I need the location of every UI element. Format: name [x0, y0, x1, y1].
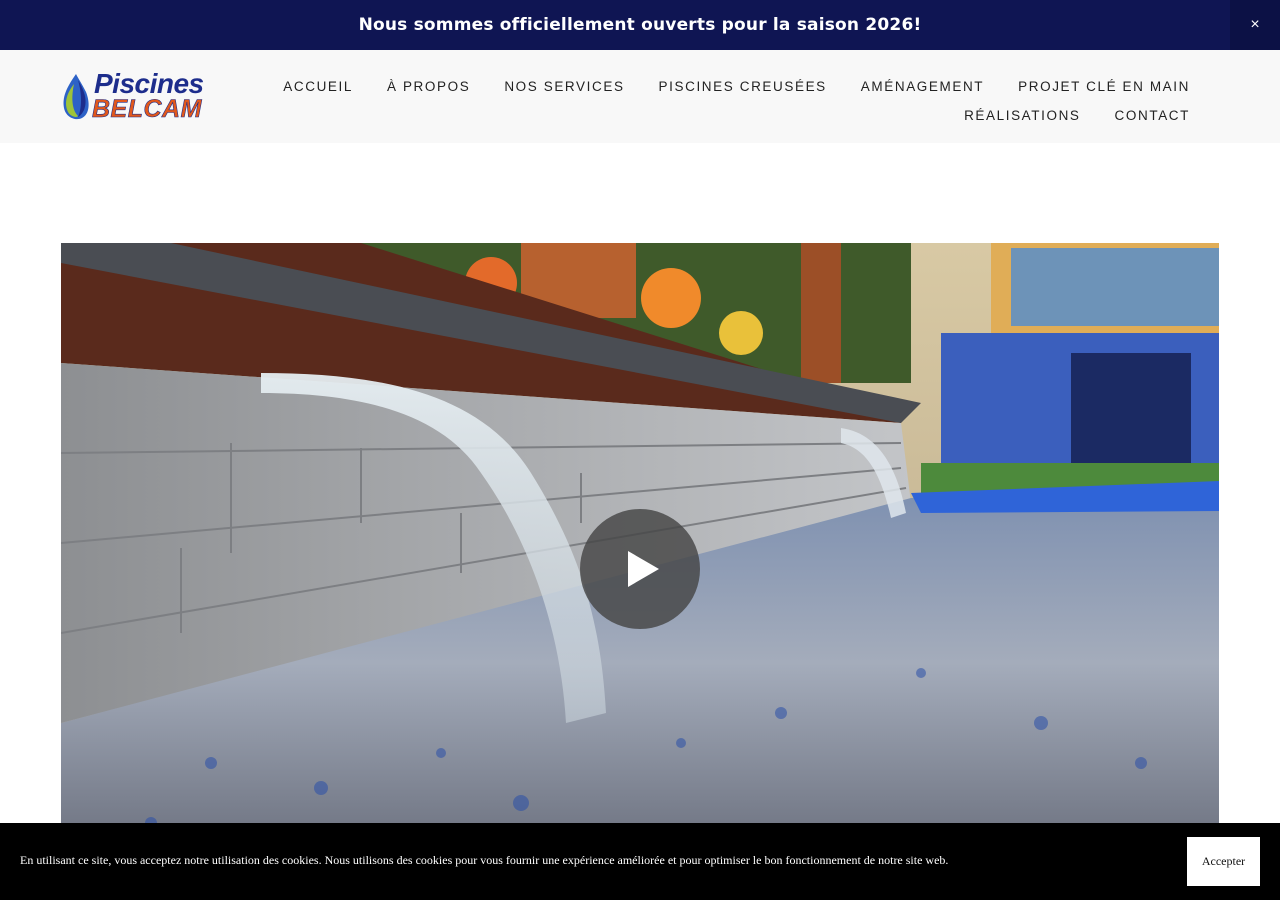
nav-item-a-propos[interactable]: À PROPOS [387, 79, 470, 94]
announcement-text: Nous sommes officiellement ouverts pour … [358, 15, 922, 35]
play-button[interactable] [580, 509, 700, 629]
play-icon [628, 551, 659, 587]
cookie-banner: En utilisant ce site, vous acceptez notr… [0, 823, 1280, 900]
site-header: Piscines BELCAM ACCUEIL À PROPOS NOS SER… [0, 50, 1280, 143]
cookie-message: En utilisant ce site, vous acceptez notr… [20, 853, 949, 867]
logo-text-belcam: BELCAM [92, 95, 202, 123]
nav-item-amenagement[interactable]: AMÉNAGEMENT [861, 79, 984, 94]
main-nav: ACCUEIL À PROPOS NOS SERVICES PISCINES C… [283, 72, 1190, 130]
droplet-leaf-icon [63, 74, 89, 120]
nav-item-nos-services[interactable]: NOS SERVICES [504, 79, 624, 94]
nav-item-contact[interactable]: CONTACT [1115, 108, 1190, 123]
nav-item-projet-cle-en-main[interactable]: PROJET CLÉ EN MAIN [1018, 79, 1190, 94]
logo-text-piscines: Piscines [94, 68, 204, 99]
nav-item-piscines-creusees[interactable]: PISCINES CREUSÉES [659, 79, 827, 94]
accept-cookies-button[interactable]: Accepter [1187, 837, 1260, 886]
nav-row-1: ACCUEIL À PROPOS NOS SERVICES PISCINES C… [283, 72, 1190, 101]
close-announcement-button[interactable]: × [1230, 0, 1280, 50]
logo[interactable]: Piscines BELCAM [60, 70, 240, 124]
nav-item-realisations[interactable]: RÉALISATIONS [964, 108, 1080, 123]
announcement-bar: Nous sommes officiellement ouverts pour … [0, 0, 1280, 50]
nav-row-2: RÉALISATIONS CONTACT [290, 101, 1190, 130]
video-player[interactable] [61, 243, 1219, 843]
close-icon: × [1250, 16, 1260, 33]
nav-item-accueil[interactable]: ACCUEIL [283, 79, 353, 94]
